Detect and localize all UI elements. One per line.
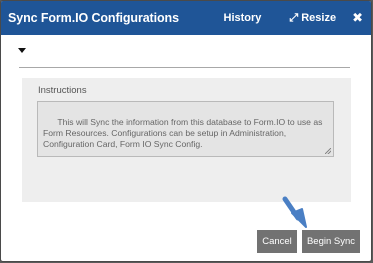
begin-sync-button[interactable]: Begin Sync: [302, 230, 360, 253]
history-button[interactable]: History: [224, 12, 262, 24]
resize-button[interactable]: ⤢ Resize: [289, 12, 336, 25]
instructions-text: This will Sync the information from this…: [43, 117, 325, 149]
cancel-button[interactable]: Cancel: [257, 230, 297, 253]
instructions-label: Instructions: [38, 85, 87, 96]
section-divider: [19, 67, 350, 68]
close-icon[interactable]: ✖: [352, 10, 363, 26]
resize-label: Resize: [301, 12, 337, 24]
resize-icon: ⤢: [289, 11, 299, 24]
sync-dialog: Sync Form.IO Configurations History ⤢ Re…: [0, 0, 372, 262]
dialog-titlebar: Sync Form.IO Configurations History ⤢ Re…: [1, 1, 371, 35]
caret-down-icon[interactable]: [18, 48, 26, 53]
dialog-title: Sync Form.IO Configurations: [8, 11, 179, 25]
instructions-textarea[interactable]: This will Sync the information from this…: [37, 101, 334, 157]
instructions-panel: Instructions This will Sync the informat…: [22, 78, 351, 202]
resize-grip-icon[interactable]: [325, 148, 331, 154]
